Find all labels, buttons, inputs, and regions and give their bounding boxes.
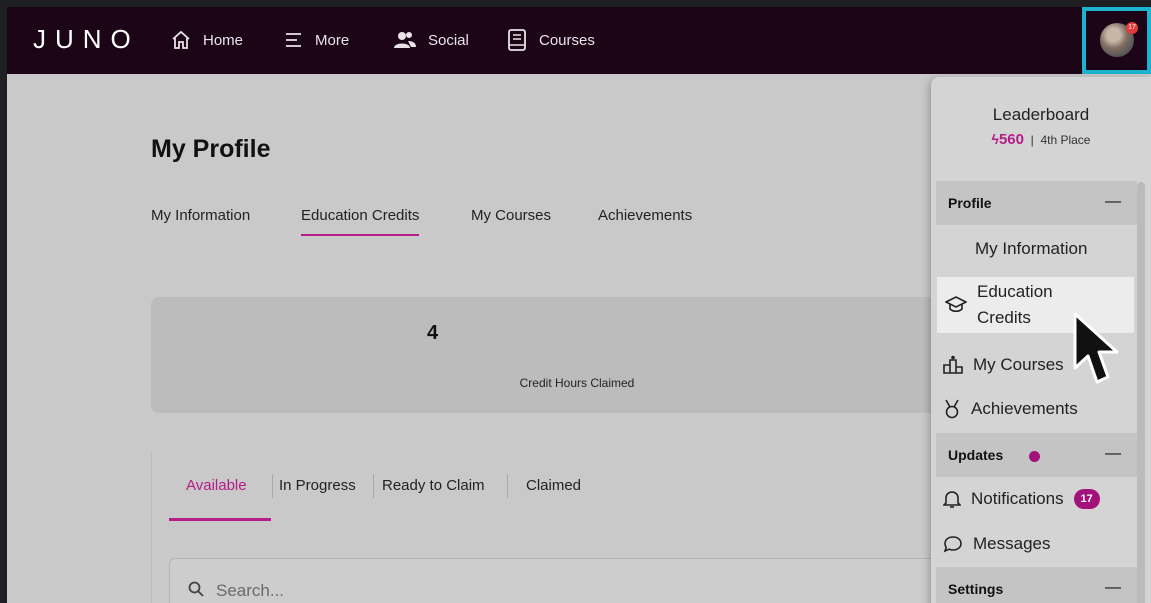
bell-icon (943, 491, 961, 508)
leaderboard-stats: ϟ560 | 4th Place (931, 131, 1151, 148)
subtab-in-progress[interactable]: In Progress (279, 477, 356, 494)
leaderboard-separator: | (1030, 133, 1034, 147)
juno-logo[interactable]: JUNO (33, 24, 140, 55)
graduation-cap-icon (945, 296, 967, 313)
subtab-separator (507, 474, 508, 498)
tab-education-credits[interactable]: Education Credits (301, 207, 420, 236)
leaderboard-points: 560 (998, 131, 1024, 148)
podium-icon (943, 355, 963, 374)
page-title: My Profile (151, 135, 271, 163)
nav-social[interactable]: Social (394, 27, 469, 53)
section-divider (151, 451, 152, 603)
subtab-separator (272, 474, 273, 498)
collapse-icon[interactable]: — (1105, 579, 1121, 597)
lightning-icon: ϟ (991, 131, 999, 147)
menu-item-label: Notifications (971, 489, 1064, 508)
leaderboard-title[interactable]: Leaderboard (931, 105, 1151, 125)
medal-icon (945, 399, 959, 419)
subtab-active-indicator (169, 518, 271, 521)
home-icon (172, 30, 190, 49)
menu-icon (286, 33, 301, 47)
leaderboard-place: 4th Place (1040, 133, 1091, 147)
menu-item-achievements[interactable]: Achievements (943, 389, 1137, 429)
tab-achievements[interactable]: Achievements (598, 207, 692, 224)
chat-bubble-icon (943, 536, 962, 553)
book-icon (508, 29, 526, 51)
nav-home[interactable]: Home (171, 27, 243, 53)
credits-summary-card (151, 297, 951, 413)
menu-item-label: Achievements (971, 399, 1078, 418)
top-nav-bar: JUNO Home More Social Courses 17 (7, 7, 1151, 74)
settings-group-header[interactable]: Settings — (936, 567, 1137, 603)
menu-item-label: My Courses (973, 355, 1064, 374)
dropdown-scrollbar[interactable] (1137, 182, 1145, 603)
nav-courses-label: Courses (539, 31, 595, 49)
credit-hours-value: 4 (426, 322, 439, 344)
people-icon (394, 32, 416, 48)
avatar-notification-badge: 17 (1126, 22, 1138, 34)
menu-item-label: My Information (975, 239, 1088, 258)
subtab-separator (373, 474, 374, 498)
search-icon (188, 581, 204, 597)
profile-group-header[interactable]: Profile — (936, 181, 1137, 225)
tab-my-courses[interactable]: My Courses (471, 207, 551, 224)
tab-my-information[interactable]: My Information (151, 207, 250, 224)
nav-social-label: Social (428, 31, 469, 49)
menu-item-label: Messages (973, 534, 1051, 553)
settings-group-label: Settings (948, 581, 1004, 597)
collapse-icon[interactable]: — (1105, 193, 1121, 211)
subtab-ready-to-claim[interactable]: Ready to Claim (382, 477, 485, 494)
profile-group-label: Profile (948, 195, 992, 211)
notifications-count-badge: 17 (1073, 489, 1100, 509)
subtab-claimed[interactable]: Claimed (526, 477, 581, 494)
unread-dot (1029, 451, 1040, 462)
menu-item-notifications[interactable]: Notifications 17 (943, 479, 1137, 519)
app-window: JUNO Home More Social Courses 17 My Prof… (7, 7, 1151, 603)
profile-menu-button[interactable]: 17 (1082, 7, 1151, 74)
updates-group-label: Updates (948, 447, 1004, 463)
nav-courses[interactable]: Courses (507, 27, 595, 53)
search-box[interactable] (169, 558, 949, 603)
nav-more-label: More (315, 31, 350, 49)
nav-more[interactable]: More (285, 27, 349, 53)
collapse-icon[interactable]: — (1105, 445, 1121, 463)
updates-group-header[interactable]: Updates — (936, 433, 1137, 477)
menu-item-messages[interactable]: Messages (943, 524, 1137, 564)
mouse-cursor-icon (1073, 312, 1119, 384)
menu-item-my-information[interactable]: My Information (943, 229, 1137, 269)
nav-home-label: Home (203, 31, 244, 49)
search-input[interactable] (216, 581, 816, 601)
subtab-available[interactable]: Available (186, 477, 247, 494)
